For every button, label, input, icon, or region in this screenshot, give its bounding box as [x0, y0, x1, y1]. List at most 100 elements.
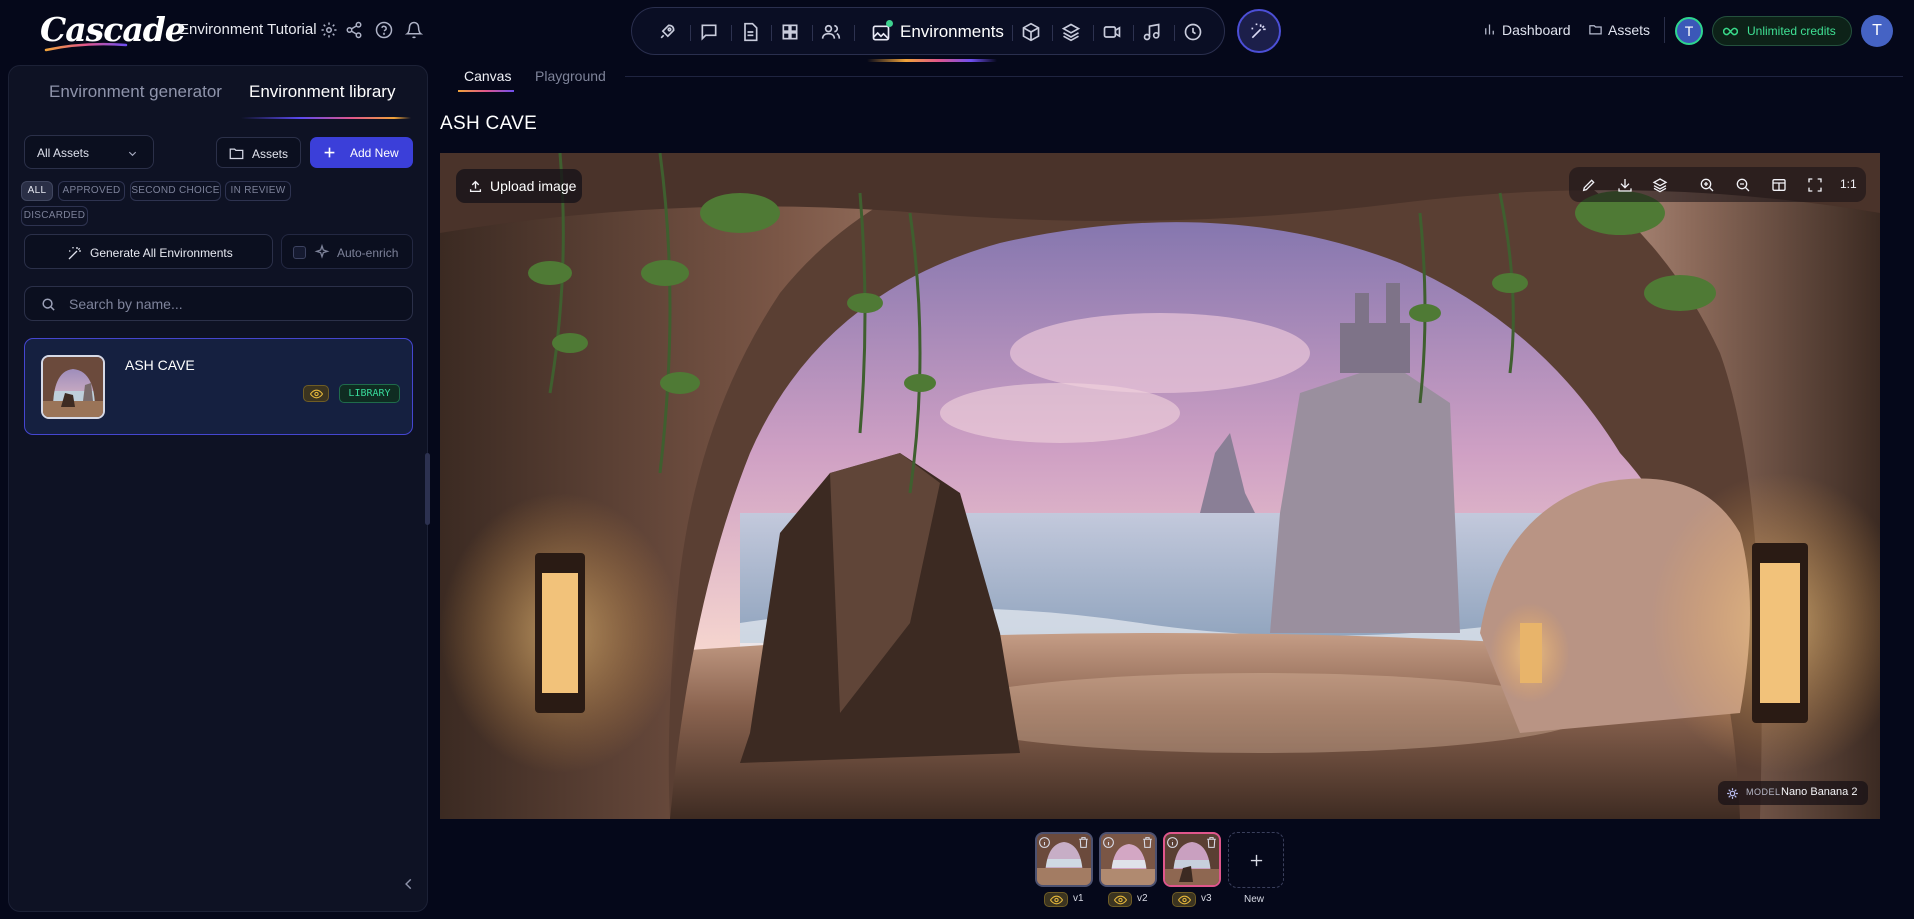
notifications-bell-icon[interactable]	[405, 21, 423, 39]
assets-button[interactable]: Assets	[216, 137, 301, 168]
fullscreen-icon[interactable]	[1807, 177, 1823, 193]
new-version-label: New	[1244, 894, 1265, 905]
zoom-out-icon[interactable]	[1735, 177, 1751, 193]
upload-image-label: Upload image	[490, 178, 577, 194]
header-divider	[1664, 17, 1665, 43]
version-eye-icon[interactable]	[1172, 892, 1196, 907]
auto-enrich-label: Auto-enrich	[337, 246, 399, 260]
credits-label: Unlimited credits	[1747, 24, 1836, 38]
folder-icon	[1589, 25, 1602, 35]
tab-environments[interactable]: Environments	[863, 14, 1005, 62]
version-item: v3	[1163, 832, 1221, 910]
search-icon	[42, 298, 55, 311]
layers-icon[interactable]	[1061, 22, 1081, 42]
characters-icon[interactable]	[821, 22, 841, 42]
tab-environment-generator[interactable]: Environment generator	[49, 82, 222, 102]
section-nav: Environments	[631, 7, 1225, 62]
version-eye-icon[interactable]	[1044, 892, 1068, 907]
assets-link[interactable]: Assets	[1588, 20, 1658, 40]
cube-icon[interactable]	[1021, 22, 1041, 42]
credits-badge[interactable]: Unlimited credits	[1712, 16, 1852, 46]
panel-scrollbar[interactable]	[425, 453, 430, 525]
chip-all[interactable]: ALL	[21, 181, 53, 201]
auto-enrich-toggle: Auto-enrich	[281, 234, 413, 269]
sparkle-icon	[314, 244, 330, 259]
upload-icon	[469, 180, 482, 193]
asset-filter-value: All Assets	[37, 146, 90, 160]
library-badge: LIBRARY	[339, 384, 400, 403]
download-icon[interactable]	[1617, 177, 1633, 193]
logo-swoosh	[44, 42, 128, 52]
collapse-panel-chevron-left-icon[interactable]	[402, 877, 416, 891]
environment-render	[440, 153, 1880, 819]
folder-icon	[229, 148, 244, 160]
info-icon[interactable]	[1102, 836, 1115, 849]
edit-pencil-icon[interactable]	[1581, 177, 1597, 193]
model-tag: MODEL Nano Banana 2	[1718, 781, 1868, 805]
version-label: v3	[1201, 893, 1212, 904]
compare-view-icon[interactable]	[1771, 177, 1787, 193]
plus-icon	[324, 147, 335, 158]
magic-assistant-button[interactable]	[1237, 9, 1281, 53]
grid-icon[interactable]	[780, 22, 800, 42]
tab-environment-library[interactable]: Environment library	[249, 82, 395, 102]
environment-name: ASH CAVE	[125, 357, 195, 373]
image-toolbar: 1:1	[1569, 167, 1866, 202]
cascade-logo[interactable]: Cascade	[40, 8, 186, 52]
tab-playground[interactable]: Playground	[535, 68, 606, 84]
asset-filter-select[interactable]: All Assets	[24, 135, 154, 169]
chip-discarded[interactable]: DISCARDED	[21, 206, 88, 226]
upload-image-button[interactable]: Upload image	[456, 169, 582, 203]
bar-chart-icon	[1485, 24, 1494, 35]
project-title: Environment Tutorial	[179, 21, 317, 38]
aspect-ratio-button[interactable]: 1:1	[1840, 177, 1857, 191]
video-icon[interactable]	[1102, 22, 1122, 42]
trash-icon[interactable]	[1205, 836, 1218, 849]
dashboard-label: Dashboard	[1502, 22, 1571, 38]
chip-second-choice[interactable]: SECOND CHOICE	[130, 181, 221, 201]
generate-all-label: Generate All Environments	[90, 246, 233, 260]
music-icon[interactable]	[1142, 22, 1162, 42]
version-item: v1	[1035, 832, 1093, 910]
active-dot	[886, 20, 893, 27]
chat-icon[interactable]	[699, 22, 719, 42]
layers-icon[interactable]	[1652, 177, 1668, 193]
settings-gear-icon[interactable]	[320, 21, 338, 39]
active-section-underline	[867, 59, 997, 62]
dashboard-link[interactable]: Dashboard	[1482, 20, 1572, 40]
chip-in-review[interactable]: IN REVIEW	[225, 181, 291, 201]
add-new-label: Add New	[350, 146, 399, 160]
clock-icon[interactable]	[1183, 22, 1203, 42]
magic-wand-icon	[68, 247, 81, 260]
visibility-eye-icon[interactable]	[303, 385, 329, 402]
version-label: v2	[1137, 893, 1148, 904]
tab-canvas[interactable]: Canvas	[464, 68, 511, 84]
environment-thumbnail	[41, 355, 105, 419]
avatar-small[interactable]: T	[1675, 17, 1703, 45]
auto-enrich-checkbox[interactable]	[293, 246, 306, 259]
new-version-button[interactable]	[1228, 832, 1284, 888]
top-bar: Cascade Environment Tutorial Environment…	[0, 0, 1914, 62]
info-icon[interactable]	[1038, 836, 1051, 849]
environment-card[interactable]: ASH CAVE LIBRARY	[24, 338, 413, 435]
user-avatar[interactable]: T	[1861, 15, 1893, 47]
left-panel: Environment generator Environment librar…	[8, 65, 430, 912]
info-icon[interactable]	[1166, 836, 1179, 849]
environment-image[interactable]: Upload image 1:1 MODEL Nano Banana 2	[440, 153, 1880, 819]
search-input[interactable]	[69, 293, 399, 315]
chip-approved[interactable]: APPROVED	[58, 181, 125, 201]
generate-all-button[interactable]: Generate All Environments	[24, 234, 273, 269]
trash-icon[interactable]	[1077, 836, 1090, 849]
page-title: ASH CAVE	[440, 113, 538, 134]
version-eye-icon[interactable]	[1108, 892, 1132, 907]
library-tab-underline	[241, 117, 411, 119]
zoom-in-icon[interactable]	[1699, 177, 1715, 193]
model-value: Nano Banana 2	[1781, 786, 1858, 798]
trash-icon[interactable]	[1141, 836, 1154, 849]
share-icon[interactable]	[345, 21, 363, 39]
rocket-icon[interactable]	[657, 22, 677, 42]
add-new-button[interactable]: Add New	[310, 137, 413, 168]
document-icon[interactable]	[740, 22, 760, 42]
model-label: MODEL	[1746, 787, 1781, 797]
help-icon[interactable]	[375, 21, 393, 39]
